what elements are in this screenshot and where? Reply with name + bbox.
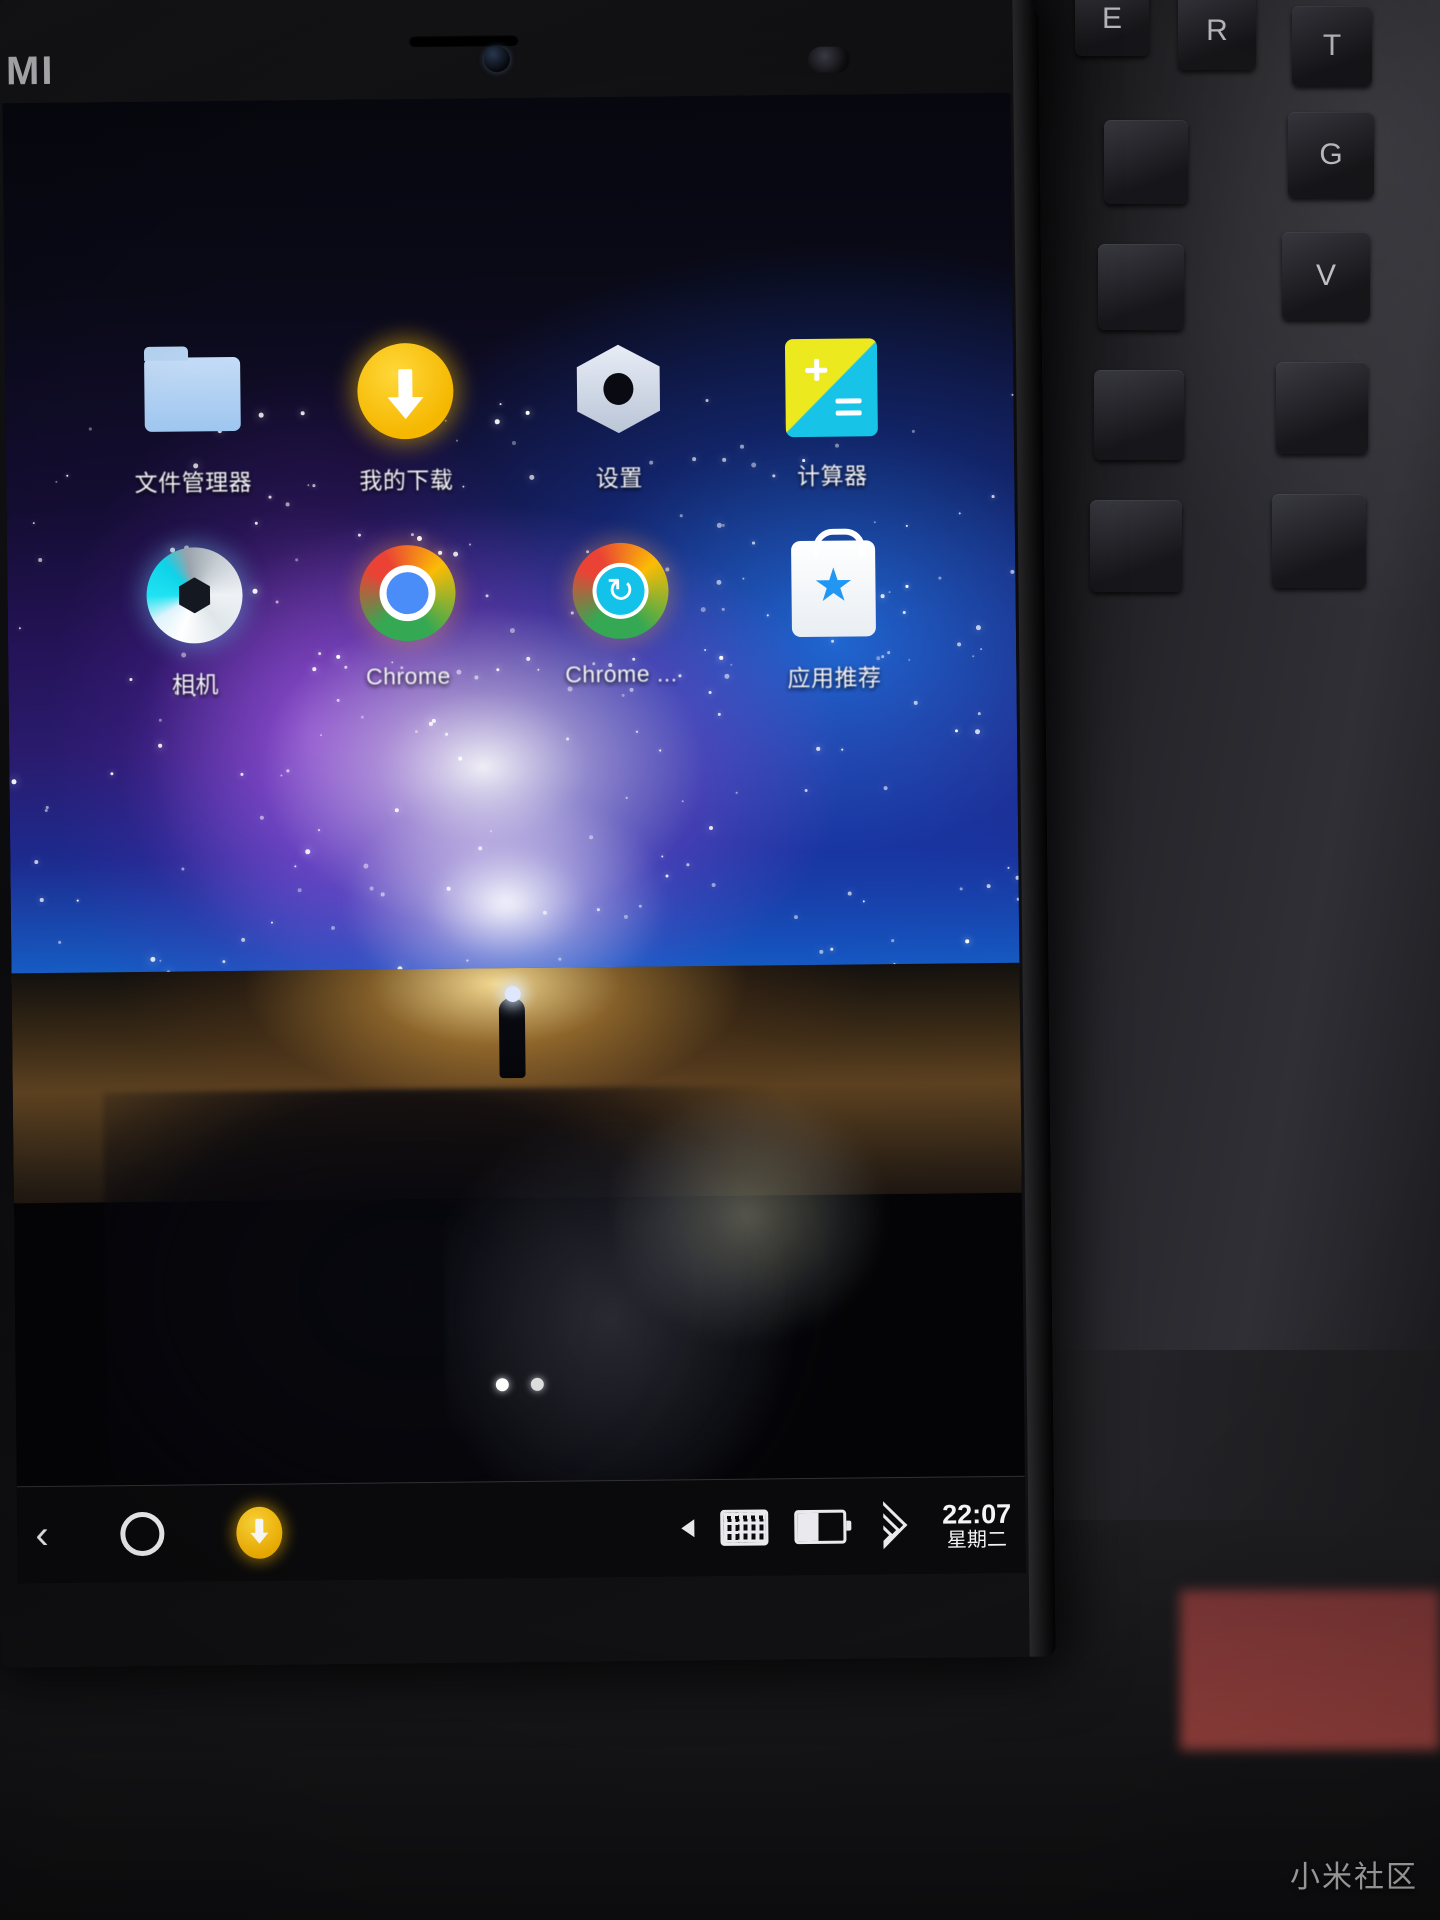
app-chrome-sync[interactable]: ↻ Chrome ... [525,536,717,689]
app-settings[interactable]: 设置 [523,334,715,494]
watermark: 小米社区 [1290,1861,1418,1894]
xiaomi-tablet: MI 文件管理器 我的下载 设置 计算器 相机 Chrome ↻ Chrome … [0,0,1056,1668]
camera-icon [140,541,249,650]
clock-time: 22:07 [941,1498,1012,1530]
clock-day: 星期二 [946,1528,1008,1552]
battery-icon[interactable] [794,1509,847,1545]
keyboard-icon[interactable] [720,1509,769,1546]
keyboard-key-v[interactable]: V [1282,232,1370,320]
settings-hex-icon [564,334,673,443]
app-camera[interactable]: 相机 [99,540,291,700]
chrome-sync-icon: ↻ [566,536,675,645]
keyboard-key-r[interactable]: R [1178,0,1256,70]
app-recommendations[interactable]: ★ 应用推荐 [738,534,930,694]
keyboard-key-blank-6[interactable] [1272,494,1366,588]
palmrest-accent [1180,1590,1440,1750]
proximity-sensor [807,46,851,73]
download-status-icon[interactable] [236,1506,283,1559]
keyboard-key-e-label: E [1101,2,1122,35]
keyboard-key-blank-5[interactable] [1090,500,1182,592]
wallpaper-figure [498,997,526,1079]
tablet-screen: 文件管理器 我的下载 设置 计算器 相机 Chrome ↻ Chrome ...… [2,92,1026,1584]
keyboard-key-t-label: T [1322,29,1342,62]
page-dot-inactive[interactable] [530,1377,545,1391]
app-label: 计算器 [796,462,868,490]
app-calculator[interactable]: 计算器 [736,332,928,492]
keyboard-key-r-label: R [1206,14,1228,47]
home-circle-icon[interactable] [120,1511,165,1557]
navigation-buttons: ‹ [35,1485,283,1584]
wifi-icon[interactable] [859,1501,912,1550]
keyboard-key-blank-3[interactable] [1094,370,1184,460]
keyboard-key-blank-2[interactable] [1098,244,1184,330]
app-my-downloads[interactable]: 我的下载 [310,336,502,496]
status-icons: 22:07 星期二 [681,1477,1012,1576]
app-label: 设置 [595,464,643,492]
keyboard-key-g-label: G [1319,138,1343,171]
wallpaper-figure-headlamp [504,985,521,1003]
app-label: 应用推荐 [787,664,882,692]
page-dot-active[interactable] [495,1378,509,1392]
earpiece-speaker [408,33,519,48]
app-label: 相机 [171,671,220,698]
app-chrome[interactable]: Chrome [312,538,504,691]
mi-logo: MI [5,48,55,94]
keyboard-key-g[interactable]: G [1288,112,1374,198]
keyboard-key-e[interactable]: E [1075,0,1149,56]
front-camera-icon [483,46,511,73]
app-label: 文件管理器 [134,468,253,497]
app-store-bag-icon: ★ [779,534,888,643]
calculator-icon [777,332,886,441]
keyboard-sheen [1020,0,1440,1350]
keyboard-key-t[interactable]: T [1292,6,1372,86]
app-label: Chrome [365,662,451,690]
app-label: 我的下载 [359,466,454,494]
folder-icon [138,339,247,448]
chrome-icon [353,539,462,648]
app-file-manager[interactable]: 文件管理器 [97,338,289,498]
photo-scene: E R T G V MI 文件管理器 我的下载 设置 计算器 相机 Chrome… [0,0,1440,1920]
navigation-bar: ‹ 22:07 星期二 [16,1475,1026,1584]
keyboard-key-blank-4[interactable] [1276,362,1368,454]
keyboard-key-blank-1[interactable] [1104,120,1188,204]
play-triangle-icon[interactable] [681,1519,695,1538]
keyboard-key-v-label: V [1315,259,1336,292]
app-label: Chrome ... [565,660,678,688]
status-clock[interactable]: 22:07 星期二 [942,1499,1012,1552]
download-circle-icon [351,337,460,446]
back-icon[interactable]: ‹ [35,1513,49,1557]
